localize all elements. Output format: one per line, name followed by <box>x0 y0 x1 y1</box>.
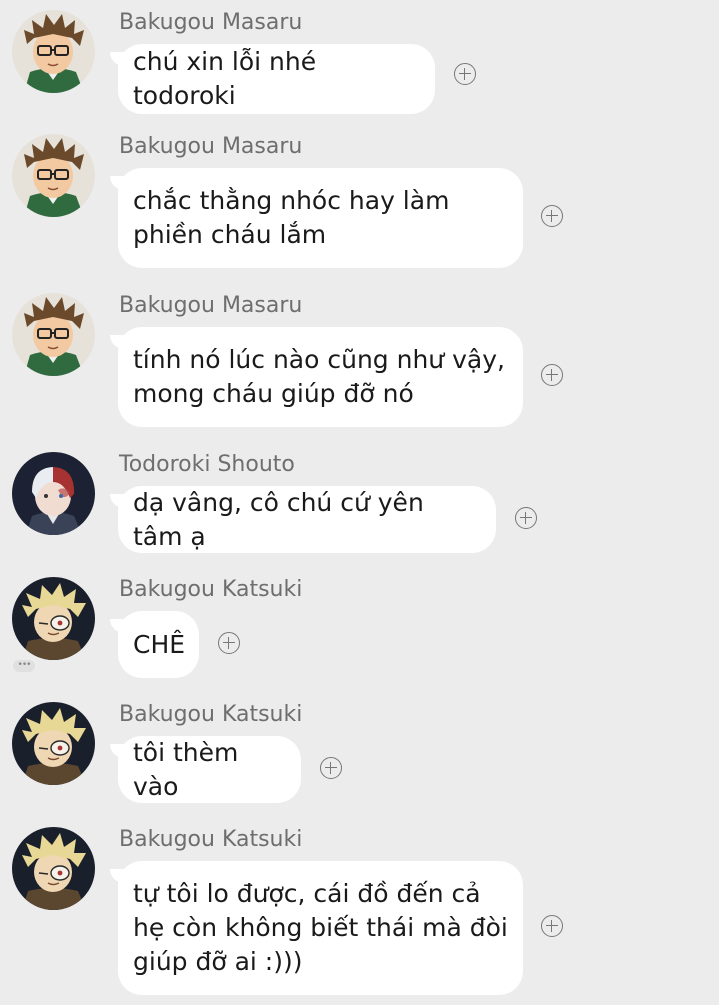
sender-name: Todoroki Shouto <box>119 452 295 477</box>
sender-name: Bakugou Masaru <box>119 293 303 318</box>
katsuki-avatar-image <box>12 577 95 660</box>
shouto-avatar-image <box>12 452 95 535</box>
sender-name: Bakugou Masaru <box>119 134 303 159</box>
avatar[interactable] <box>12 827 95 910</box>
message-bubble[interactable]: tính nó lúc nào cũng như vậy, mong cháu … <box>110 327 523 427</box>
add-reaction-icon[interactable] <box>541 364 563 386</box>
avatar[interactable] <box>12 134 95 217</box>
masaru-avatar-image <box>12 134 95 217</box>
sender-name: Bakugou Katsuki <box>119 702 303 727</box>
sender-name: Bakugou Katsuki <box>119 827 303 852</box>
avatar[interactable] <box>12 702 95 785</box>
katsuki-avatar-image <box>12 702 95 785</box>
message-text: chắc thằng nhóc hay làm phiền cháu lắm <box>133 186 450 249</box>
sender-name: Bakugou Katsuki <box>119 577 303 602</box>
avatar[interactable] <box>12 577 95 660</box>
avatar[interactable] <box>12 293 95 376</box>
avatar[interactable] <box>12 452 95 535</box>
add-reaction-icon[interactable] <box>320 757 342 779</box>
message-text: tính nó lúc nào cũng như vậy, mong cháu … <box>133 345 505 408</box>
add-reaction-icon[interactable] <box>541 915 563 937</box>
message-text: tự tôi lo được, cái đồ đến cả hẹ còn khô… <box>133 879 508 976</box>
message-text: dạ vâng, cô chú cứ yên tâm ạ <box>133 487 424 551</box>
message-bubble[interactable]: chú xin lỗi nhé todoroki <box>110 44 435 114</box>
typing-indicator: ••• <box>13 660 35 672</box>
add-reaction-icon[interactable] <box>541 205 563 227</box>
message-bubble[interactable]: dạ vâng, cô chú cứ yên tâm ạ <box>110 486 496 553</box>
masaru-avatar-image <box>12 293 95 376</box>
add-reaction-icon[interactable] <box>218 632 240 654</box>
message-bubble[interactable]: tự tôi lo được, cái đồ đến cả hẹ còn khô… <box>110 861 523 995</box>
sender-name: Bakugou Masaru <box>119 10 303 35</box>
message-text: chú xin lỗi nhé todoroki <box>133 47 317 110</box>
add-reaction-icon[interactable] <box>515 507 537 529</box>
avatar[interactable] <box>12 10 95 93</box>
masaru-avatar-image <box>12 10 95 93</box>
message-bubble[interactable]: chắc thằng nhóc hay làm phiền cháu lắm <box>110 168 523 268</box>
message-text: tôi thèm vào <box>133 737 239 801</box>
add-reaction-icon[interactable] <box>454 63 476 85</box>
katsuki-avatar-image <box>12 827 95 910</box>
message-bubble[interactable]: CHÊ <box>110 611 199 678</box>
message-bubble[interactable]: tôi thèm vào <box>110 736 301 803</box>
message-text: CHÊ <box>133 629 186 659</box>
